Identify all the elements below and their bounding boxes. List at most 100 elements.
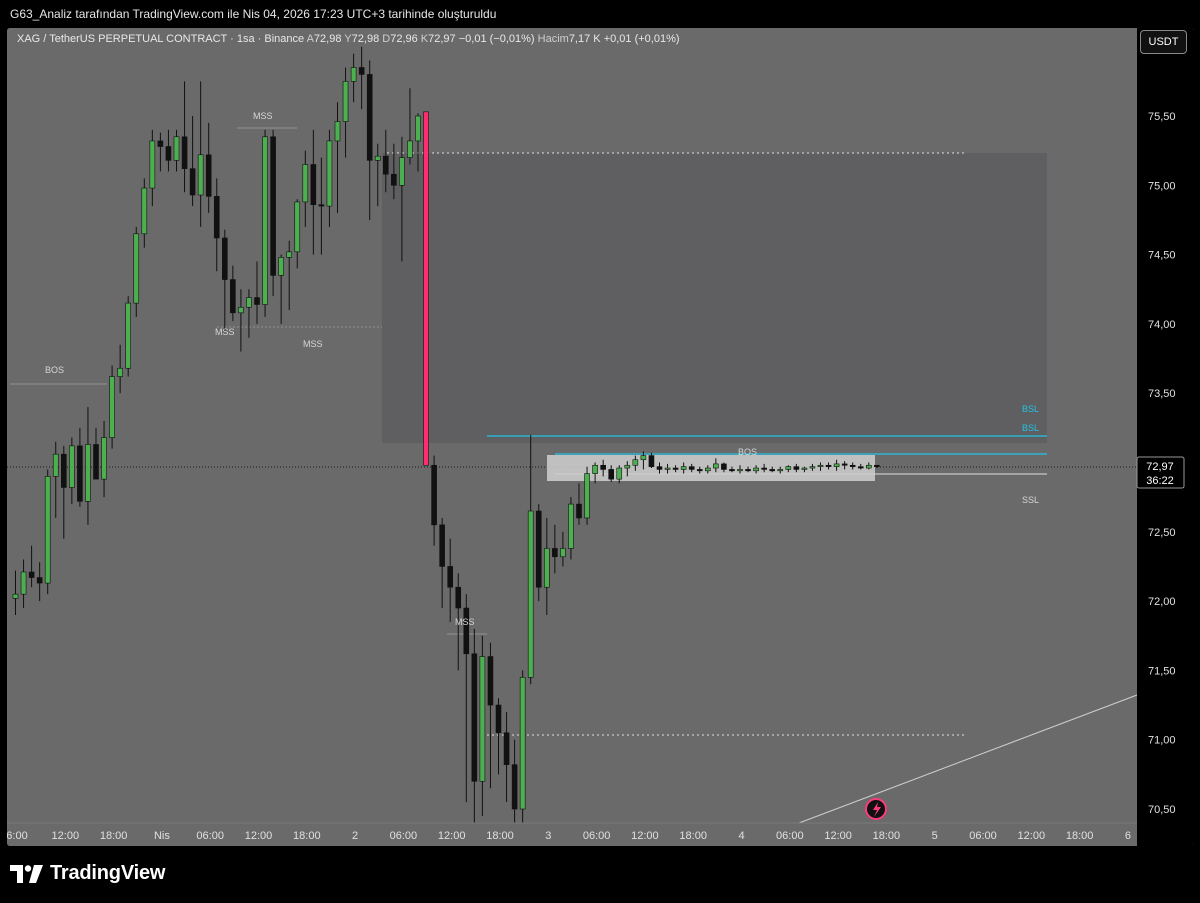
bullish-candle	[865, 464, 872, 469]
candlestick-chart[interactable]: BOS MSS MSS MSS MSS BOS BSL BSL SSL 75,5…	[7, 28, 1194, 846]
close-value: 72,97	[428, 33, 456, 45]
bullish-candle	[141, 187, 148, 235]
bearish-candle	[270, 136, 276, 276]
time-tick: 12:00	[52, 830, 80, 842]
price-tick: 71,00	[1148, 735, 1176, 747]
bearish-candle	[181, 136, 188, 169]
low-value: 72,96	[390, 33, 418, 45]
bearish-candle	[358, 67, 365, 75]
bullish-candle	[374, 155, 381, 161]
bearish-candle	[874, 464, 880, 467]
bullish-candle	[801, 467, 808, 470]
bearish-candle	[318, 204, 325, 207]
chart-attribution: G63_Analiz tarafından TradingView.com il…	[10, 7, 497, 21]
bullish-candle	[262, 136, 268, 305]
bearish-candle	[793, 466, 800, 470]
bearish-candle	[608, 469, 615, 480]
bearish-candle	[648, 455, 655, 467]
price-tick: 72,00	[1148, 596, 1176, 608]
price-tick: 74,00	[1148, 319, 1176, 331]
time-tick: 06:00	[776, 830, 804, 842]
bearish-candle	[688, 466, 695, 470]
volume-change: +0,01 (+0,01%)	[603, 33, 680, 45]
price-tick: 73,50	[1148, 388, 1176, 400]
brand-name: TradingView	[50, 862, 166, 884]
bullish-candle	[680, 466, 687, 470]
high-value: 72,98	[351, 33, 380, 45]
bullish-candle	[125, 302, 131, 369]
bullish-candle	[817, 464, 824, 467]
symbol-legend[interactable]: XAG / TetherUS PERPETUAL CONTRACT · 1sa …	[17, 33, 680, 45]
bullish-candle	[624, 464, 631, 469]
bearish-candle	[857, 466, 864, 469]
bearish-candle	[382, 155, 389, 175]
bullish-candle	[326, 140, 333, 207]
bullish-candle	[543, 548, 550, 588]
bullish-candle	[664, 467, 671, 470]
bearish-candle	[471, 653, 478, 782]
time-tick: Nis	[154, 830, 170, 842]
bullish-candle	[101, 437, 107, 480]
bullish-candle	[294, 201, 301, 253]
bullish-candle	[238, 306, 244, 314]
bullish-candle	[632, 459, 639, 466]
bullish-candle	[350, 67, 357, 82]
bearish-candle	[391, 173, 397, 186]
open-value: 72,98	[313, 33, 342, 45]
bearish-candle	[745, 469, 751, 472]
bearish-candle	[230, 279, 236, 314]
time-tick: 5	[932, 830, 938, 842]
currency-button[interactable]: USDT	[1140, 30, 1187, 54]
bsl-label-1: BSL	[1022, 404, 1039, 414]
change-value: −0,01 (−0,01%)	[458, 33, 535, 45]
impulse-candle	[423, 111, 429, 466]
bearish-candle	[769, 469, 776, 472]
bullish-candle	[737, 469, 743, 472]
bearish-candle	[28, 571, 35, 578]
bullish-candle	[616, 467, 623, 480]
bearish-candle	[205, 154, 212, 197]
footer-brand[interactable]: TradingView	[10, 862, 165, 885]
time-tick: 4	[738, 830, 744, 842]
bullish-candle	[109, 376, 115, 438]
bos-right-label: BOS	[738, 447, 757, 457]
fvg-zone	[382, 153, 1047, 443]
bearish-candle	[672, 467, 679, 470]
time-tick: 6	[1125, 830, 1131, 842]
high-label: Y	[344, 33, 352, 45]
bearish-candle	[431, 464, 437, 526]
bullish-candle	[753, 467, 759, 472]
bearish-candle	[77, 445, 83, 502]
time-tick: 06:00	[196, 830, 224, 842]
time-tick: 12:00	[245, 830, 273, 842]
bullish-candle	[173, 136, 180, 161]
bullish-candle	[149, 140, 156, 189]
price-axis[interactable]	[1137, 28, 1194, 846]
bearish-candle	[254, 297, 260, 305]
bullish-candle	[246, 297, 252, 308]
mss-top-label: MSS	[253, 111, 273, 121]
bearish-candle	[213, 196, 220, 239]
low-label: D	[382, 33, 391, 45]
bullish-candle	[640, 455, 647, 461]
chart-panel[interactable]: BOS MSS MSS MSS MSS BOS BSL BSL SSL 75,5…	[7, 28, 1194, 846]
time-tick: 18:00	[100, 830, 128, 842]
bullish-candle	[479, 656, 486, 782]
bearish-candle	[552, 548, 558, 558]
time-axis[interactable]	[7, 823, 1137, 846]
tradingview-logo-icon	[10, 864, 43, 883]
bullish-candle	[584, 473, 590, 519]
price-tick: 75,50	[1148, 111, 1176, 123]
bullish-candle	[407, 140, 413, 158]
bearish-candle	[721, 463, 727, 470]
bullish-candle	[342, 81, 349, 122]
bearish-candle	[503, 732, 510, 765]
bearish-candle	[761, 467, 767, 470]
countdown-label: 36:22	[1146, 475, 1174, 487]
bearish-candle	[222, 237, 228, 280]
bullish-candle	[399, 157, 405, 186]
bullish-candle	[117, 367, 123, 377]
bearish-candle	[696, 469, 703, 472]
bullish-candle	[777, 469, 784, 472]
time-tick: 06:00	[390, 830, 418, 842]
